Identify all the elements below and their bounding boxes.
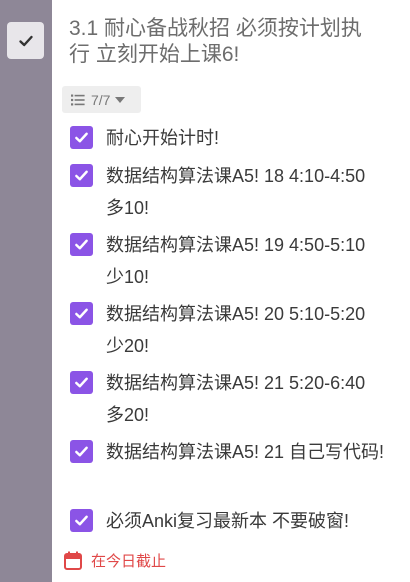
checklist-item-text[interactable]: 数据结构算法课A5! 21 自己写代码!	[106, 436, 386, 468]
task-complete-checkbox[interactable]	[7, 22, 44, 59]
task-sidebar	[0, 0, 52, 582]
checklist-item-text[interactable]: 耐心开始计时!	[106, 122, 386, 154]
check-icon	[75, 515, 88, 526]
checklist-item-checkbox[interactable]	[70, 440, 93, 463]
subtasks-count: 7/7	[91, 91, 111, 108]
checklist-item-checkbox[interactable]	[70, 126, 93, 149]
check-icon	[75, 132, 88, 143]
caret-down-icon	[115, 96, 126, 103]
checklist-item-checkbox[interactable]	[70, 302, 93, 325]
check-icon	[75, 446, 88, 457]
checklist-item-text[interactable]: 数据结构算法课A5! 18 4:10-4:50 多10!	[106, 160, 386, 224]
checklist-item-checkbox[interactable]	[70, 371, 93, 394]
checklist-item-checkbox[interactable]	[70, 233, 93, 256]
calendar-icon	[64, 551, 82, 570]
task-content: 3.1 耐心备战秋招 必须按计划执行 立刻开始上课6! 7/7 耐心开始计时! …	[52, 0, 410, 582]
checklist-item-text[interactable]: 数据结构算法课A5! 20 5:10-5:20 少20!	[106, 298, 386, 362]
list-icon	[71, 94, 85, 105]
subtasks-toggle-button[interactable]: 7/7	[62, 86, 141, 113]
check-icon	[75, 170, 88, 181]
due-date-label: 在今日截止	[91, 553, 167, 570]
task-title[interactable]: 3.1 耐心备战秋招 必须按计划执行 立刻开始上课6!	[69, 16, 369, 68]
due-date[interactable]: 在今日截止	[64, 550, 166, 571]
checklist-item-text[interactable]: 数据结构算法课A5! 19 4:50-5:10 少10!	[106, 229, 386, 293]
check-icon	[75, 308, 88, 319]
checklist-item-checkbox[interactable]	[70, 509, 93, 532]
task-card: 3.1 耐心备战秋招 必须按计划执行 立刻开始上课6! 7/7 耐心开始计时! …	[0, 0, 410, 582]
checklist-item-text[interactable]: 必须Anki复习最新本 不要破窗!	[106, 505, 386, 537]
checklist-item-checkbox[interactable]	[70, 164, 93, 187]
check-icon	[18, 35, 33, 46]
check-icon	[75, 377, 88, 388]
checklist-item-text[interactable]: 数据结构算法课A5! 21 5:20-6:40 多20!	[106, 367, 386, 431]
check-icon	[75, 239, 88, 250]
